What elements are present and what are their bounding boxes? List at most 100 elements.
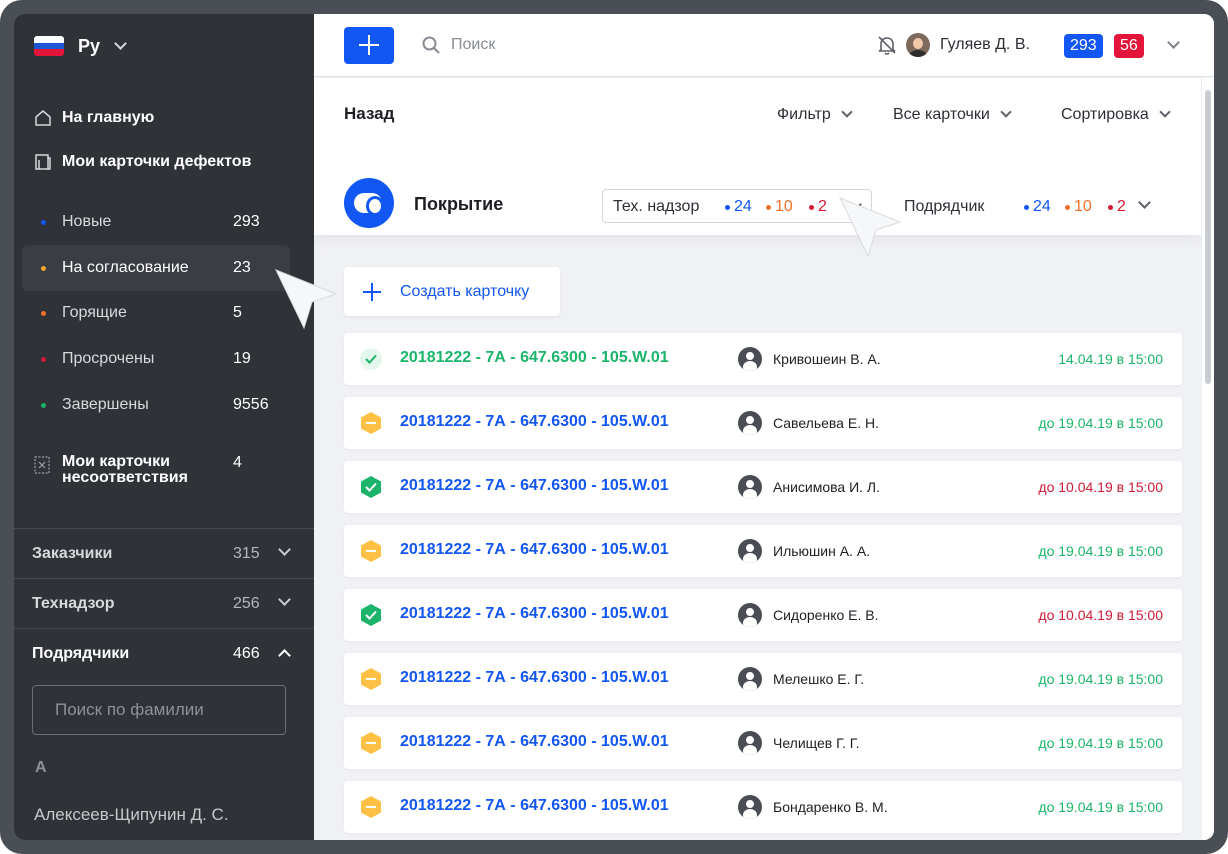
nav-nonconformity[interactable]: Мои карточки несоответствия 4 — [34, 454, 294, 486]
status-burning[interactable]: Горящие 5 — [22, 290, 290, 336]
status-dot — [41, 266, 46, 271]
card-deadline: до 19.04.19 в 15:00 — [1038, 799, 1163, 815]
section-contractors[interactable]: Подрядчики 466 — [14, 628, 314, 678]
sub-header: Назад Фильтр Все карточки Сортировка Пок… — [314, 78, 1201, 235]
defect-card[interactable]: 20181222 - 7А - 647.6300 - 105.W.01 Челищ… — [344, 717, 1182, 769]
back-link[interactable]: Назад — [344, 104, 394, 124]
chevron-down-icon — [278, 593, 291, 606]
section-tech-supervision[interactable]: Технадзор 256 — [14, 578, 314, 628]
chevron-down-icon — [1000, 106, 1012, 118]
card-person: Анисимова И. Л. — [773, 479, 880, 495]
nav-home-label: На главную — [62, 109, 155, 126]
status-count: 19 — [233, 350, 251, 367]
defect-card[interactable]: 20181222 - 7А - 647.6300 - 105.W.01 Бонда… — [344, 781, 1182, 833]
status-dot — [41, 311, 46, 316]
person-avatar-icon — [738, 411, 762, 435]
card-person: Ильюшин А. А. — [773, 543, 871, 559]
blue-count: 24 — [725, 198, 752, 215]
nav-home[interactable]: На главную — [34, 109, 154, 127]
user-avatar[interactable] — [906, 33, 930, 57]
all-cards-dropdown[interactable]: Все карточки — [893, 106, 1012, 124]
status-approval[interactable]: На согласование 23 — [22, 245, 290, 291]
status-overdue[interactable]: Просрочены 19 — [22, 336, 290, 382]
cards-icon — [35, 154, 51, 170]
person-avatar-icon — [738, 731, 762, 755]
red-count: 2 — [809, 198, 827, 215]
language-label: Ру — [78, 35, 101, 56]
card-code[interactable]: 20181222 - 7А - 647.6300 - 105.W.01 — [400, 541, 669, 559]
status-new[interactable]: Новые 293 — [22, 199, 290, 245]
contractor-label[interactable]: Подрядчик — [904, 198, 984, 216]
card-code[interactable]: 20181222 - 7А - 647.6300 - 105.W.01 — [400, 605, 669, 623]
card-deadline: до 19.04.19 в 15:00 — [1038, 415, 1163, 431]
card-code[interactable]: 20181222 - 7А - 647.6300 - 105.W.01 — [400, 349, 669, 367]
app-window: Ру На главную Мои карточки дефектов Новы… — [14, 14, 1214, 840]
defect-card[interactable]: 20181222 - 7А - 647.6300 - 105.W.01 Криво… — [344, 333, 1182, 385]
contractor-person[interactable]: Алексеев-Щипунин Д. С. — [34, 805, 229, 825]
status-count: 5 — [233, 304, 242, 321]
card-person: Бондаренко В. М. — [773, 799, 888, 815]
card-code[interactable]: 20181222 - 7А - 647.6300 - 105.W.01 — [400, 669, 669, 687]
status-label: Просрочены — [62, 350, 155, 367]
card-person: Мелешко Е. Г. — [773, 671, 865, 687]
status-dot — [41, 403, 46, 408]
scrollbar[interactable] — [1202, 78, 1214, 840]
blue-count-badge[interactable]: 293 — [1064, 34, 1103, 58]
card-person: Кривошеин В. А. — [773, 351, 881, 367]
defect-card[interactable]: 20181222 - 7А - 647.6300 - 105.W.01 Аниси… — [344, 461, 1182, 513]
scrollbar-thumb[interactable] — [1205, 90, 1211, 384]
card-code[interactable]: 20181222 - 7А - 647.6300 - 105.W.01 — [400, 477, 669, 495]
defect-card[interactable]: 20181222 - 7А - 647.6300 - 105.W.01 Сидор… — [344, 589, 1182, 641]
defect-card[interactable]: 20181222 - 7А - 647.6300 - 105.W.01 Мелеш… — [344, 653, 1182, 705]
pointer-cursor-icon — [838, 197, 902, 258]
status-label: На согласование — [62, 259, 189, 276]
card-code[interactable]: 20181222 - 7А - 647.6300 - 105.W.01 — [400, 733, 669, 751]
approved-hexagon-icon — [361, 476, 381, 498]
chevron-down-icon[interactable] — [1138, 196, 1151, 209]
chevron-down-icon — [278, 543, 291, 556]
card-code[interactable]: 20181222 - 7А - 647.6300 - 105.W.01 — [400, 413, 669, 431]
language-selector[interactable]: Ру — [34, 34, 127, 58]
nav-my-defects[interactable]: Мои карточки дефектов — [34, 153, 251, 171]
section-customers[interactable]: Заказчики 315 — [14, 528, 314, 578]
russia-flag-icon — [34, 36, 64, 56]
pointer-cursor-icon — [274, 269, 338, 330]
card-person: Челищев Г. Г. — [773, 735, 860, 751]
status-label: Завершены — [62, 396, 149, 413]
orange-count: 10 — [766, 198, 793, 215]
tech-supervision-dropdown[interactable]: Тех. надзор 24 10 2 — [602, 189, 872, 223]
coating-icon — [344, 178, 394, 228]
approved-hexagon-icon — [361, 604, 381, 626]
person-avatar-icon — [738, 347, 762, 371]
card-code[interactable]: 20181222 - 7А - 647.6300 - 105.W.01 — [400, 797, 669, 815]
chevron-down-icon — [841, 106, 853, 118]
red-count-badge[interactable]: 56 — [1114, 34, 1144, 58]
defect-card[interactable]: 20181222 - 7А - 647.6300 - 105.W.01 Ильюш… — [344, 525, 1182, 577]
alphabet-letter: А — [35, 759, 47, 776]
nonconformity-icon — [34, 456, 50, 474]
status-completed[interactable]: Завершены 9556 — [22, 382, 290, 428]
bell-off-icon[interactable] — [876, 34, 898, 56]
chevron-down-icon[interactable] — [1167, 36, 1180, 49]
add-button[interactable] — [344, 27, 394, 64]
surname-search-input[interactable] — [32, 685, 286, 735]
sort-dropdown[interactable]: Сортировка — [1061, 106, 1171, 124]
status-label: Горящие — [62, 304, 127, 321]
chevron-down-icon — [1159, 106, 1171, 118]
search-input[interactable]: Поиск — [451, 36, 495, 54]
status-dot — [41, 357, 46, 362]
defect-card[interactable]: 20181222 - 7А - 647.6300 - 105.W.01 Савел… — [344, 397, 1182, 449]
create-card-button[interactable]: Создать карточку — [344, 267, 560, 316]
sidebar: Ру На главную Мои карточки дефектов Новы… — [14, 14, 314, 840]
person-avatar-icon — [738, 795, 762, 819]
card-deadline: до 19.04.19 в 15:00 — [1038, 543, 1163, 559]
nav-my-defects-label: Мои карточки дефектов — [62, 153, 252, 170]
card-deadline: до 10.04.19 в 15:00 — [1038, 607, 1163, 623]
pending-hexagon-icon — [361, 412, 381, 434]
user-name[interactable]: Гуляев Д. В. — [940, 36, 1030, 54]
filter-dropdown[interactable]: Фильтр — [777, 106, 853, 124]
status-count: 9556 — [233, 396, 269, 413]
section-label: Технадзор — [32, 594, 115, 612]
status-count: 23 — [233, 259, 251, 276]
pending-hexagon-icon — [361, 732, 381, 754]
